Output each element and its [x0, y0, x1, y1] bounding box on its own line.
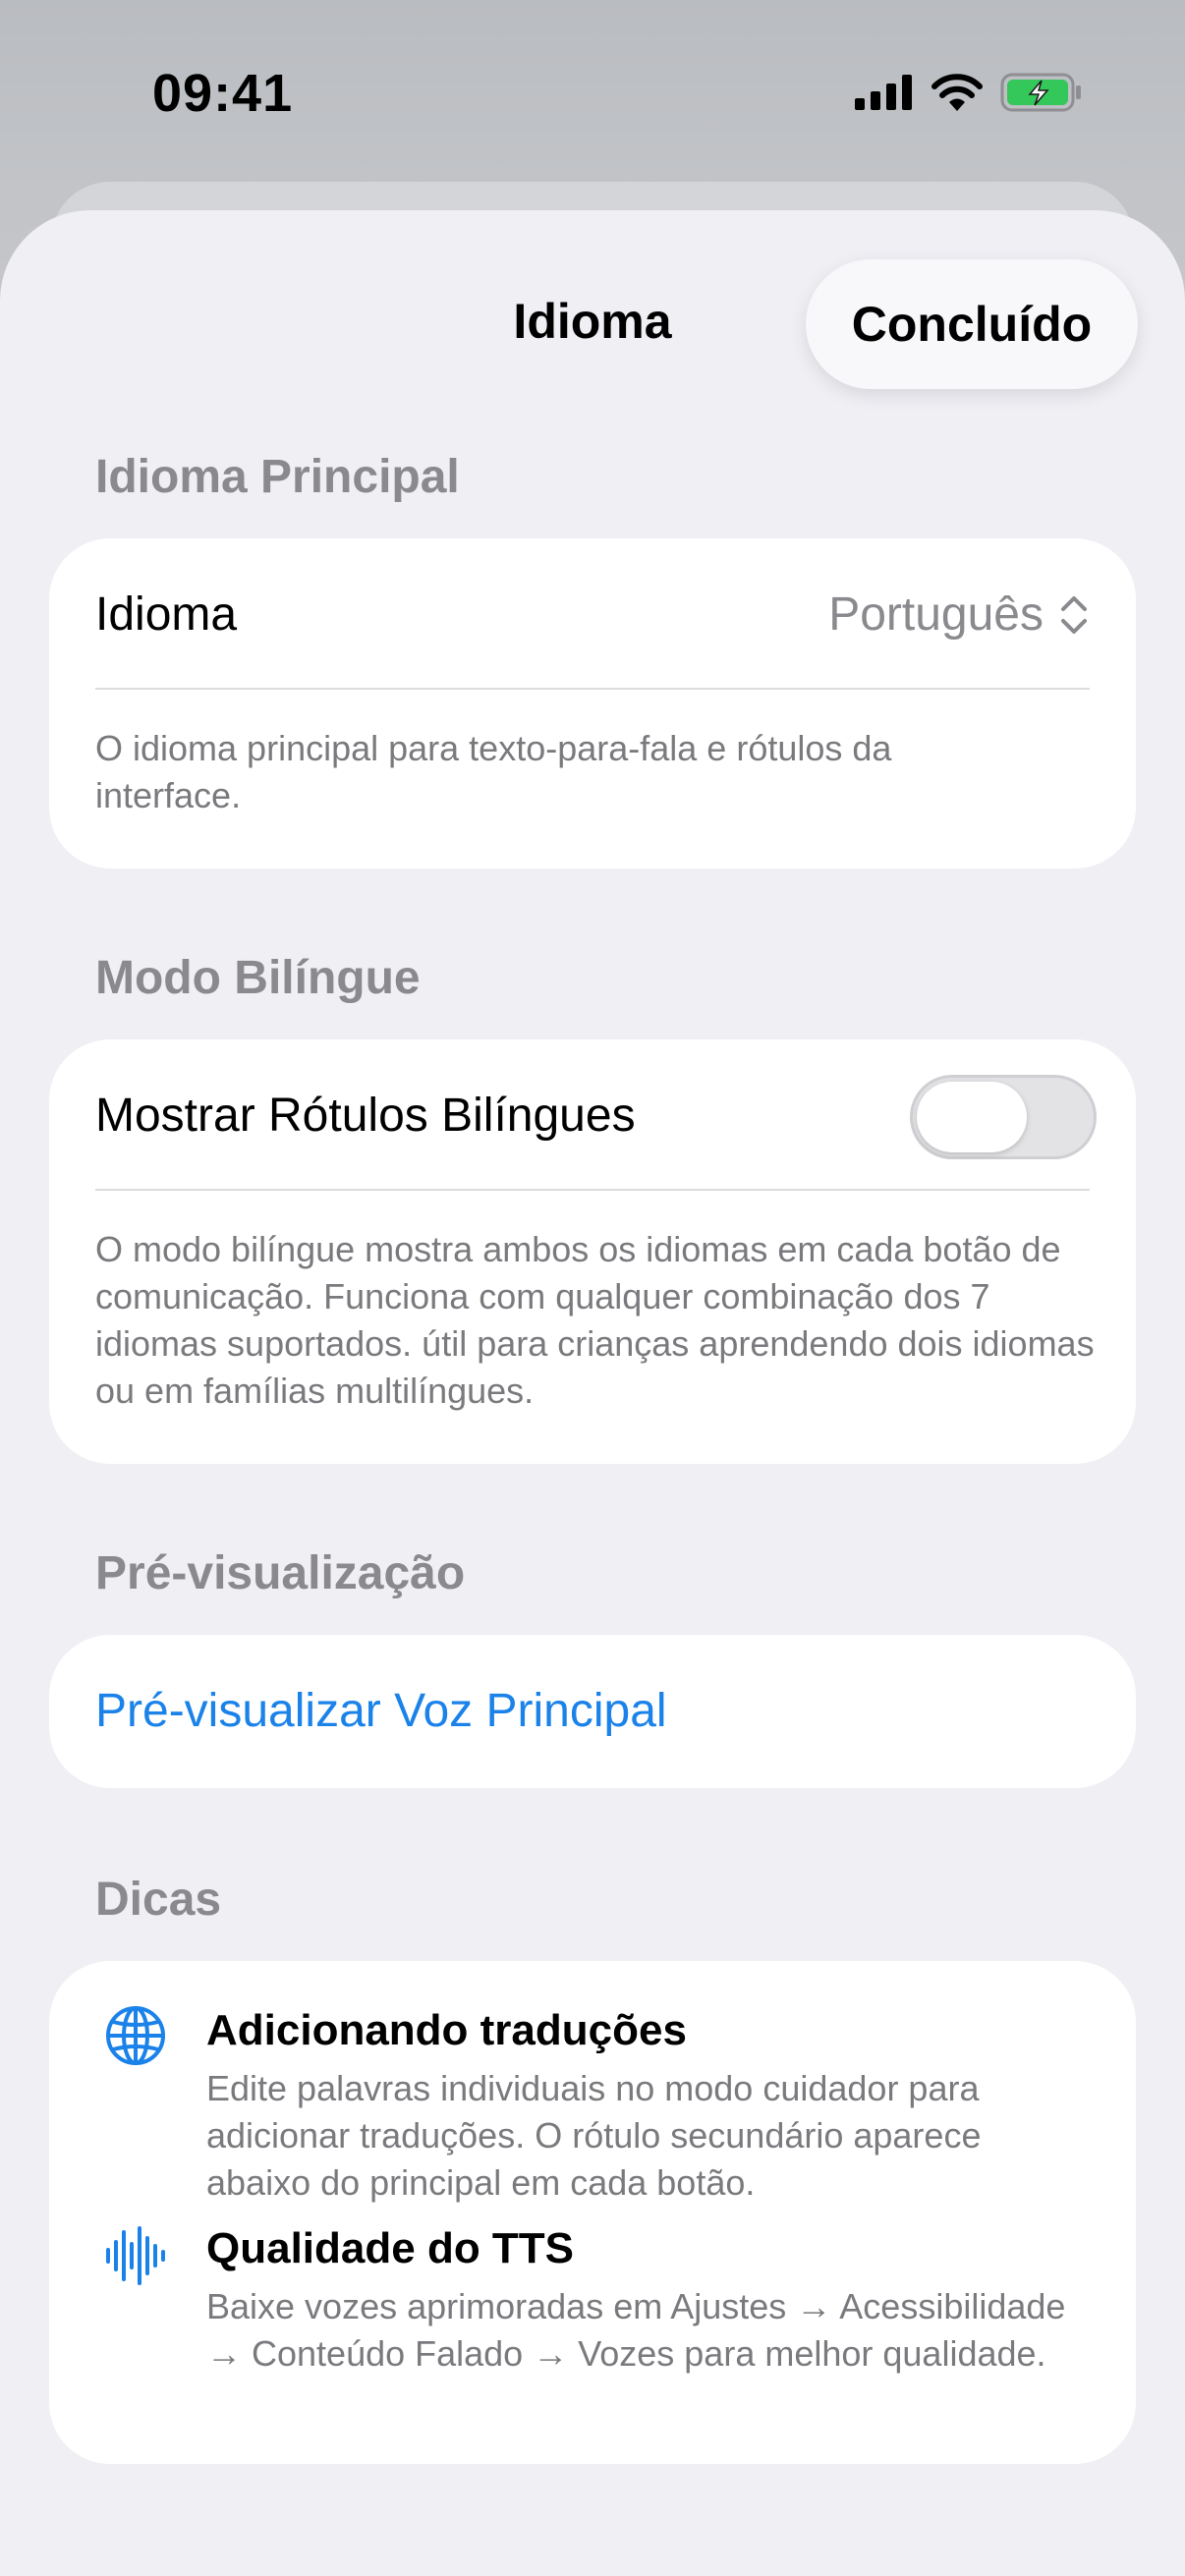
done-button[interactable]: Concluído [806, 259, 1138, 389]
waveform-icon [106, 2226, 165, 2285]
section-header-bilingual: Modo Bilíngue [95, 952, 421, 1004]
primary-language-card: Idioma Português O idioma principal para… [49, 538, 1136, 868]
language-settings-sheet: Idioma Concluído Idioma Principal Idioma… [0, 210, 1185, 2576]
language-picker-value: Português [828, 588, 1044, 641]
battery-charging-icon [1000, 73, 1081, 112]
preview-card: Pré-visualizar Voz Principal [49, 1635, 1136, 1788]
divider [95, 1189, 1090, 1191]
divider [95, 688, 1090, 690]
cellular-signal-icon [855, 75, 912, 110]
bilingual-card: Mostrar Rótulos Bilíngues O modo bilíngu… [49, 1039, 1136, 1464]
bilingual-footnote: O modo bilíngue mostra ambos os idiomas … [95, 1229, 1095, 1411]
tips-card: Adicionando traduções Edite palavras ind… [49, 1961, 1136, 2464]
section-header-primary-language: Idioma Principal [95, 451, 460, 503]
primary-language-footnote: O idioma principal para texto-para-fala … [95, 728, 892, 815]
tip-title: Qualidade do TTS [206, 2224, 575, 2272]
bilingual-toggle-label: Mostrar Rótulos Bilíngues [95, 1090, 636, 1142]
tip-body: Edite palavras individuais no modo cuida… [206, 2068, 982, 2203]
preview-voice-button[interactable]: Pré-visualizar Voz Principal [95, 1684, 667, 1738]
globe-icon [106, 2006, 165, 2065]
chevron-up-down-icon [1061, 595, 1087, 634]
tip-body: Baixe vozes aprimoradas em Ajustes → Ace… [206, 2286, 1066, 2374]
language-picker[interactable]: Português [828, 588, 1089, 642]
status-icons [855, 73, 1083, 112]
section-header-preview: Pré-visualização [95, 1547, 466, 1599]
section-header-tips: Dicas [95, 1874, 222, 1926]
status-bar: 09:41 [0, 0, 1185, 187]
bilingual-toggle[interactable] [910, 1075, 1097, 1159]
status-time: 09:41 [152, 64, 294, 123]
tip-title: Adicionando traduções [206, 2006, 687, 2054]
language-row-label: Idioma [95, 588, 238, 641]
wifi-icon [931, 74, 983, 111]
toggle-knob [917, 1082, 1027, 1152]
